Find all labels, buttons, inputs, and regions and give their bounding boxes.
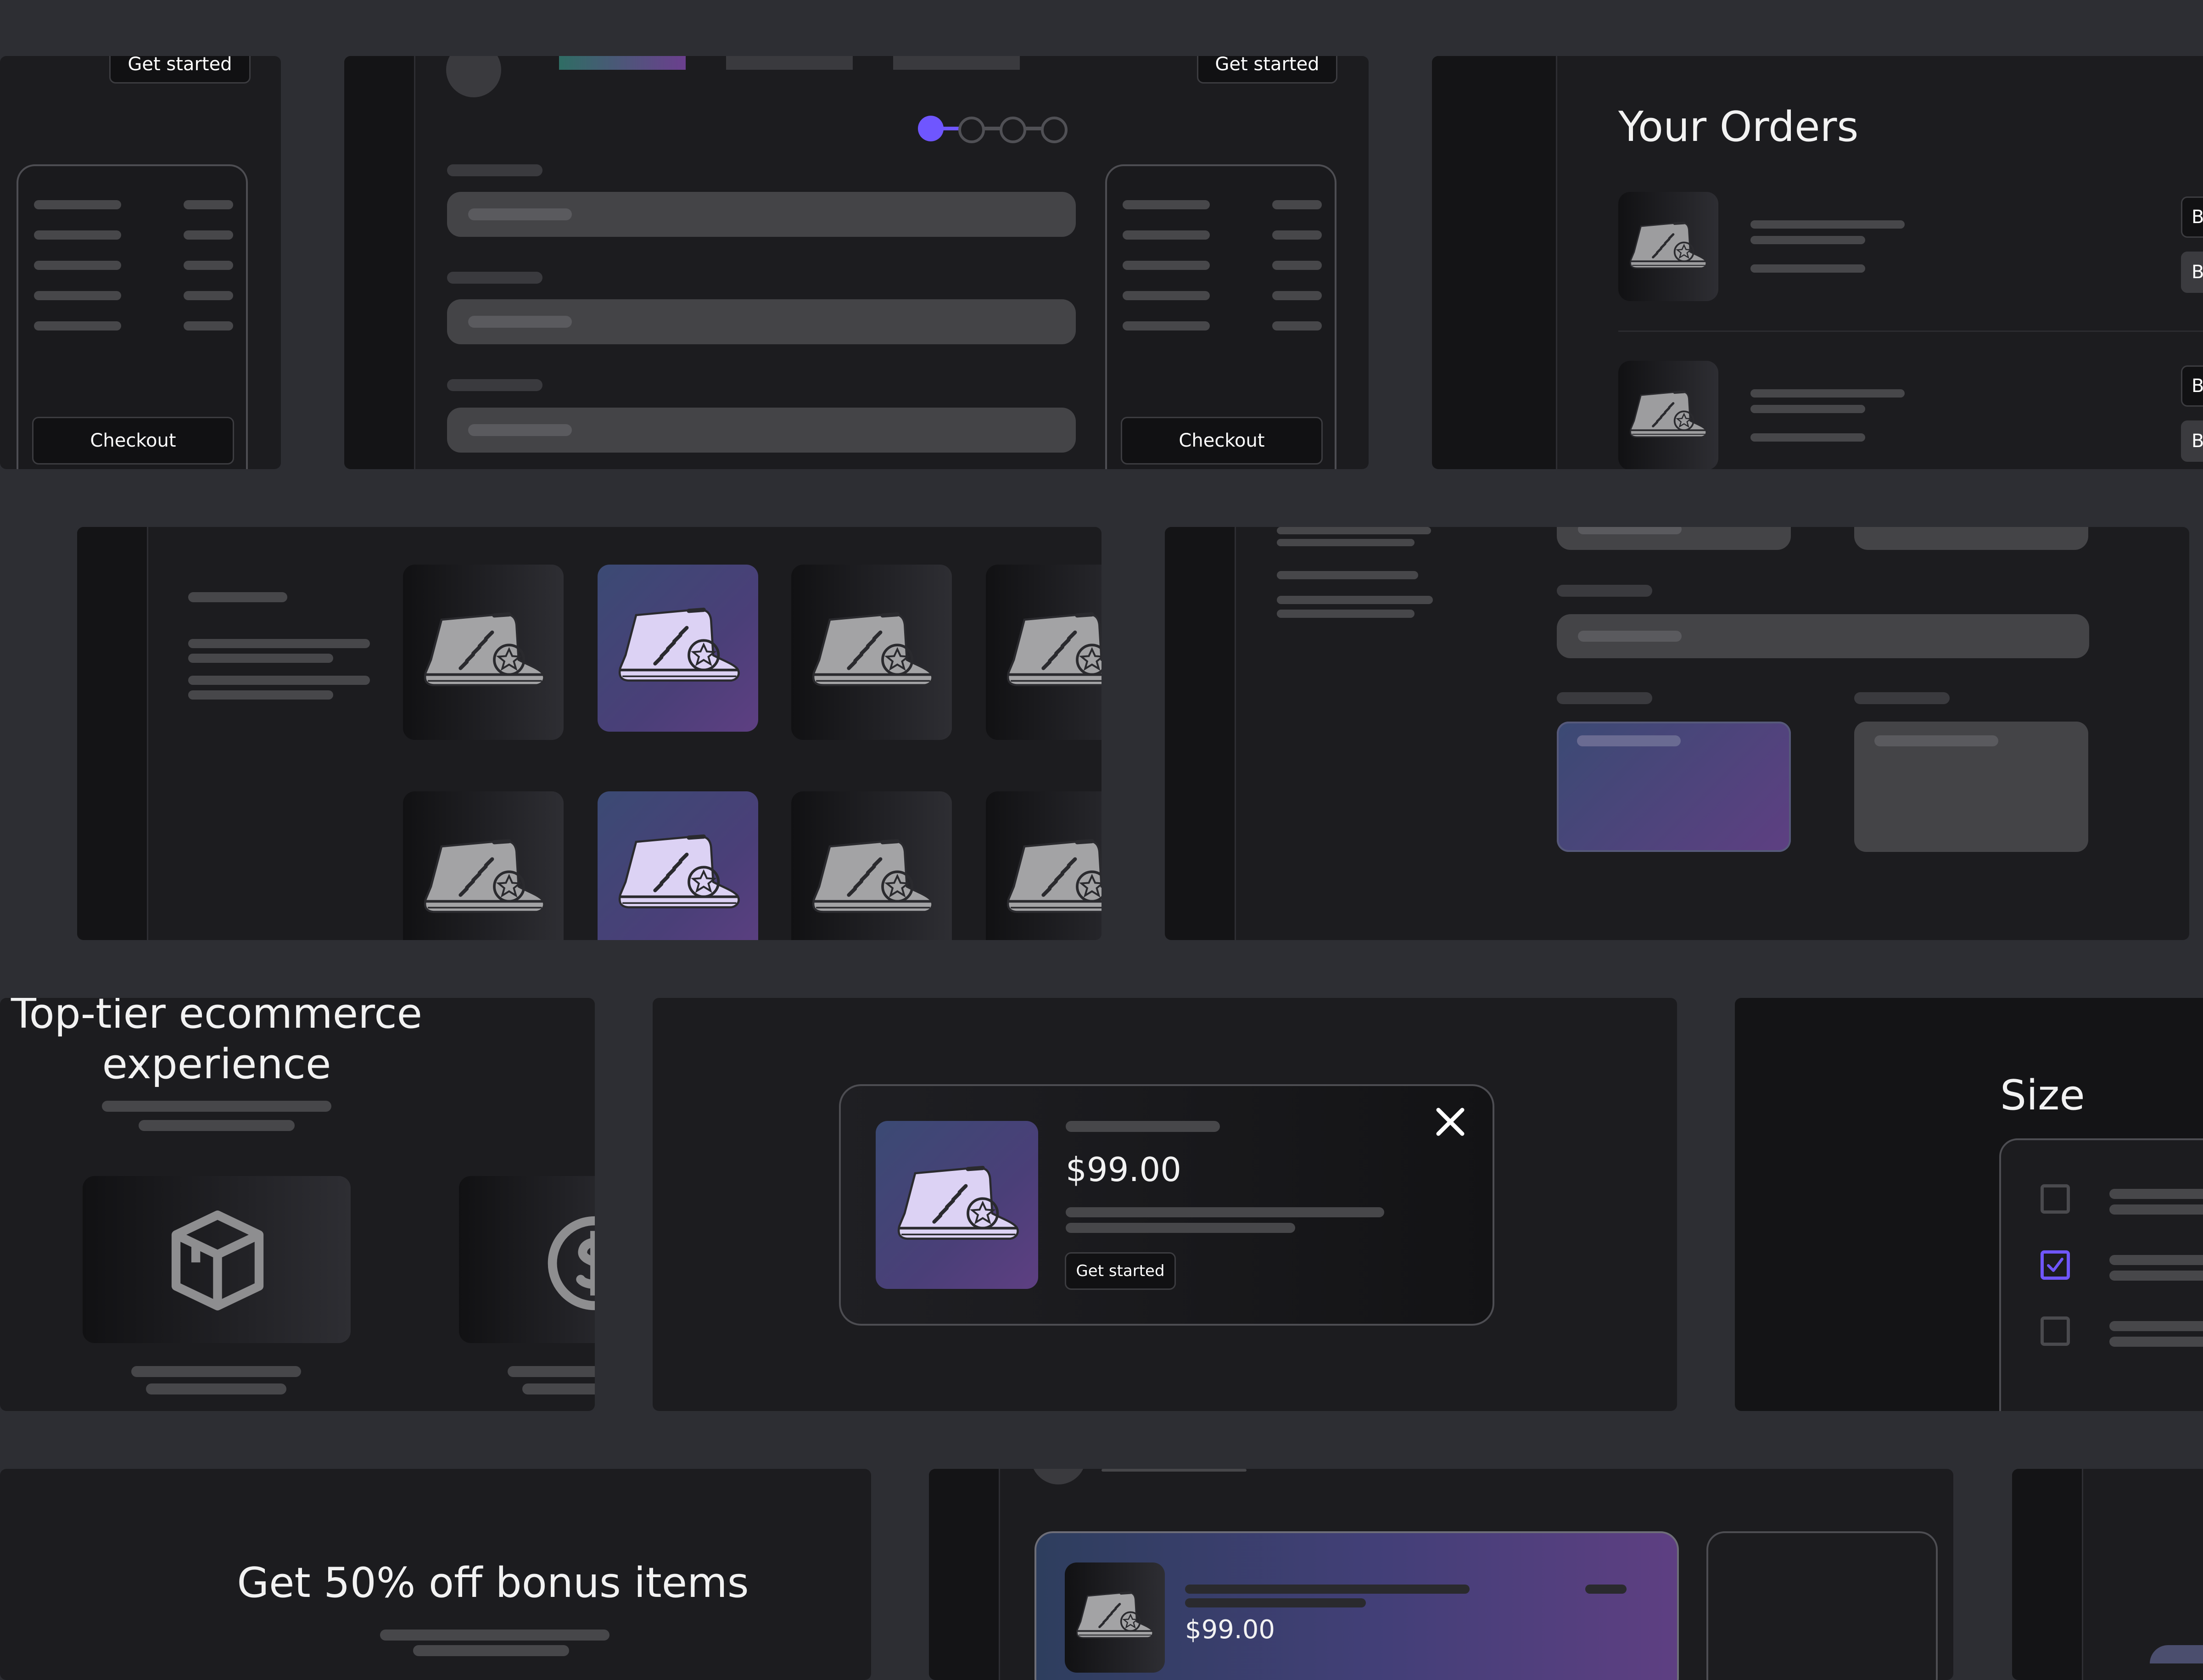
product-tile-selected[interactable] (598, 565, 758, 732)
promo-headline-line1: Top-tier ecommerce (11, 998, 423, 1038)
size-filter-card: Size (1735, 998, 2203, 1411)
gradient-logo (559, 56, 686, 70)
size-options-panel (1999, 1138, 2203, 1411)
checkout-button[interactable]: Checkout (32, 417, 234, 465)
partial-card (2012, 1469, 2203, 1680)
sneaker-icon (615, 831, 742, 916)
cart-card: $99.00 (929, 1469, 1953, 1680)
order-thumbnail (1618, 192, 1718, 301)
size-checkbox-3[interactable] (2041, 1316, 2070, 1346)
sidebar (77, 527, 148, 940)
promo-headline-line2: experience (102, 1040, 331, 1088)
form-input-2[interactable] (447, 299, 1076, 344)
sneaker-icon (420, 835, 547, 921)
product-tile[interactable] (986, 791, 1102, 940)
product-tile[interactable] (791, 791, 952, 940)
sneaker-icon (1074, 1589, 1155, 1643)
box-icon (171, 1210, 264, 1310)
sidebar (1432, 56, 1557, 469)
sneaker-icon (809, 609, 935, 694)
product-grid-card (77, 527, 1102, 940)
sneaker-icon (1627, 219, 1708, 274)
modal-price: $99.00 (1066, 1150, 1181, 1189)
promo-features-card: Top-tier ecommerce experience (0, 998, 595, 1411)
step-3[interactable] (1000, 117, 1026, 143)
order-action-button[interactable]: B (2181, 196, 2203, 238)
get-started-button[interactable]: Get started (109, 56, 251, 84)
payment-option-selected[interactable] (1557, 722, 1791, 852)
dollar-icon (548, 1216, 595, 1310)
feature-tile (459, 1176, 595, 1343)
order-secondary-button[interactable]: B (2181, 252, 2203, 293)
cart-summary-panel (1706, 1531, 1938, 1680)
sidebar (929, 1469, 1000, 1680)
modal-get-started-button[interactable]: Get started (1065, 1252, 1176, 1290)
sidebar (2012, 1469, 2083, 1680)
product-modal: $99.00 Get started (839, 1084, 1494, 1326)
order-thumbnail (1618, 361, 1718, 469)
form-card: Get started Checkout (344, 56, 1369, 469)
bonus-promo-card: Get 50% off bonus items (0, 1469, 871, 1680)
stepper (918, 115, 1069, 143)
product-tile[interactable] (403, 791, 564, 940)
size-checkbox-2[interactable] (2041, 1250, 2070, 1280)
scroll-indicator (2150, 1645, 2203, 1663)
form-input-3[interactable] (447, 408, 1076, 453)
order-action-button[interactable]: B (2181, 365, 2203, 407)
page-title: Your Orders (1618, 103, 1859, 151)
product-tile[interactable] (403, 565, 564, 740)
filter-title: Size (2000, 1071, 2085, 1120)
sidebar (344, 56, 415, 469)
avatar (446, 56, 501, 97)
step-4[interactable] (1041, 117, 1068, 143)
feature-tile (83, 1176, 351, 1343)
product-tile[interactable] (791, 565, 952, 740)
product-modal-card: $99.00 Get started (653, 998, 1677, 1411)
sneaker-icon (809, 835, 935, 921)
bonus-headline: Get 50% off bonus items (237, 1559, 749, 1607)
card-number-input[interactable] (1557, 614, 2089, 658)
sneaker-icon (615, 604, 742, 689)
checkout-button[interactable]: Checkout (1121, 417, 1323, 465)
input-partial[interactable] (1557, 527, 1791, 550)
cart-item-selected[interactable]: $99.00 (1034, 1531, 1679, 1680)
product-tile-selected[interactable] (598, 791, 758, 940)
check-icon (2047, 1258, 2063, 1272)
payment-form-card (1165, 527, 2189, 940)
phone-mockup: Checkout (1105, 164, 1336, 469)
payment-option[interactable] (1854, 722, 2088, 852)
step-1[interactable] (918, 116, 944, 141)
order-secondary-button[interactable]: B (2181, 420, 2203, 462)
phone-mockup: Checkout (17, 164, 248, 469)
sneaker-icon (1627, 388, 1708, 442)
modal-product-image (876, 1121, 1038, 1289)
sneaker-icon (420, 609, 547, 694)
product-tile[interactable] (986, 565, 1102, 740)
cart-item-image (1065, 1562, 1165, 1673)
size-checkbox-1[interactable] (2041, 1184, 2070, 1214)
input-partial[interactable] (1854, 527, 2088, 550)
sneaker-icon (1003, 835, 1102, 921)
orders-card: Your Orders B B B B (1432, 56, 2203, 469)
form-input-1[interactable] (447, 192, 1076, 237)
checkout-card-left: Get started Checkout (0, 56, 281, 469)
step-2[interactable] (958, 117, 985, 143)
close-icon[interactable] (1432, 1103, 1469, 1140)
sidebar (1165, 527, 1236, 940)
cart-item-price: $99.00 (1185, 1615, 1275, 1645)
get-started-button[interactable]: Get started (1197, 56, 1337, 84)
avatar (1031, 1469, 1086, 1484)
promo-headline: Top-tier ecommerce experience (0, 998, 433, 1090)
sneaker-icon (1003, 609, 1102, 694)
sneaker-icon (894, 1162, 1021, 1248)
